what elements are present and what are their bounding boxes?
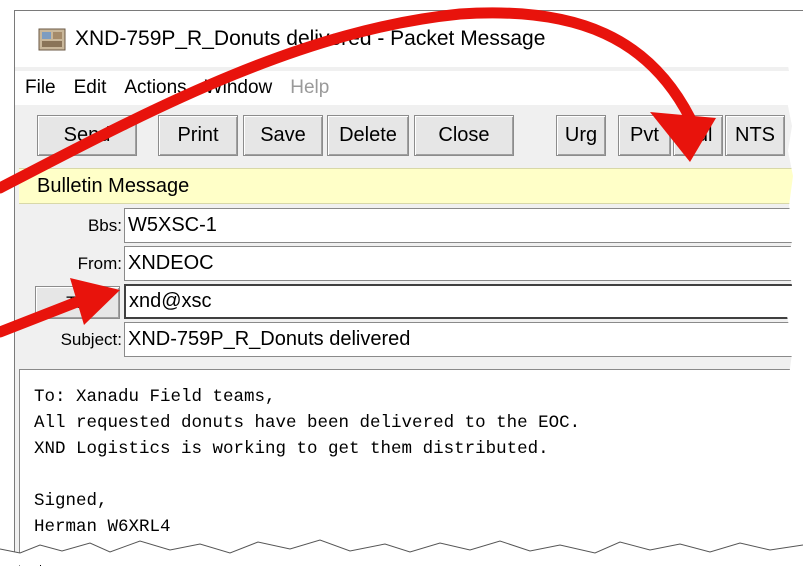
menu-actions[interactable]: Actions: [114, 77, 194, 99]
subject-field[interactable]: XND-759P_R_Donuts delivered: [124, 322, 803, 357]
menu-window[interactable]: Window: [195, 77, 281, 99]
to-field[interactable]: xnd@xsc: [124, 284, 803, 319]
private-button[interactable]: Pvt: [618, 115, 671, 156]
torn-bottom-edge: [0, 539, 803, 565]
title-bar: XND-759P_R_Donuts delivered - Packet Mes…: [15, 11, 803, 67]
packet-message-window: XND-759P_R_Donuts delivered - Packet Mes…: [14, 10, 803, 566]
bbs-row: Bbs: W5XSC-1: [15, 208, 803, 246]
torn-right-edge: [786, 56, 803, 565]
close-button[interactable]: Close: [414, 115, 514, 156]
subject-label: Subject:: [60, 330, 122, 349]
delete-button[interactable]: Delete: [327, 115, 409, 156]
subject-row: Subject: XND-759P_R_Donuts delivered: [15, 322, 803, 360]
packet-app-icon: [37, 24, 67, 54]
urgent-button[interactable]: Urg: [556, 115, 606, 156]
menu-file[interactable]: File: [15, 77, 64, 99]
print-button[interactable]: Print: [158, 115, 238, 156]
bulletin-button[interactable]: Bul: [673, 115, 723, 156]
menu-edit[interactable]: Edit: [64, 77, 115, 99]
send-button[interactable]: Send: [37, 115, 137, 156]
from-row: From: XNDEOC: [15, 246, 803, 284]
menu-help[interactable]: Help: [280, 77, 337, 99]
to-row: To: xnd@xsc: [15, 284, 803, 322]
toolbar: Send Print Save Delete Close Urg Pvt Bul…: [15, 109, 803, 169]
bbs-field[interactable]: W5XSC-1: [124, 208, 803, 243]
save-button[interactable]: Save: [243, 115, 323, 156]
menu-bar: File Edit Actions Window Help: [15, 71, 803, 105]
bbs-label: Bbs:: [87, 216, 122, 235]
nts-button[interactable]: NTS: [725, 115, 785, 156]
message-body-text: To: Xanadu Field teams, All requested do…: [34, 387, 581, 537]
to-button[interactable]: To:: [35, 286, 120, 319]
from-field[interactable]: XNDEOC: [124, 246, 803, 281]
from-label: From:: [77, 254, 122, 273]
window-title: XND-759P_R_Donuts delivered - Packet Mes…: [75, 27, 546, 50]
message-type-banner: Bulletin Message: [19, 168, 803, 204]
